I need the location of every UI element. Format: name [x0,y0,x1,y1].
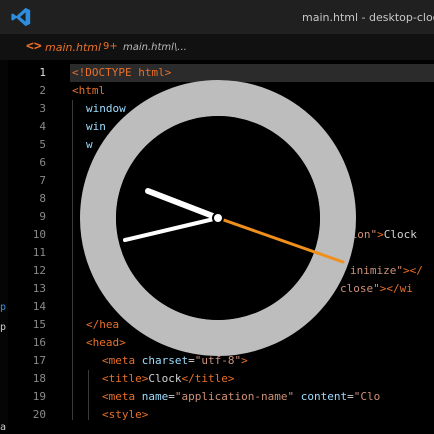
code-line-1[interactable]: <!DOCTYPE html> [72,64,171,82]
code-token: </hea [86,318,120,331]
code-token: "utf-8" [194,354,242,367]
line-number: 9 [39,210,46,223]
code-token: win [86,120,106,133]
code-line-17[interactable]: <meta charset="utf-8"> [102,352,248,370]
line-number: 18 [32,372,46,385]
code-token: Clock [148,372,182,385]
line-number: 20 [32,408,46,421]
code-token: window [86,102,126,115]
line-number: 5 [39,138,46,151]
line-number: 10 [32,228,46,241]
line-number: 12 [32,264,46,277]
code-line-13[interactable]: close"></wi [340,280,413,298]
code-line-2[interactable]: <html [72,82,105,100]
line-number: 1 [39,66,46,79]
code-token: = [168,390,175,403]
line-number: 15 [32,318,46,331]
code-token: content [300,390,348,403]
code-line-15[interactable]: </hea [86,316,119,334]
code-token: Clock [383,228,417,241]
indent-guide [72,100,73,420]
line-number: 11 [32,246,46,259]
code-token: "Clo [353,390,381,403]
vscode-logo-icon [11,7,31,27]
line-number: 6 [39,156,46,169]
code-token: tion" [344,228,378,241]
code-token: = [188,354,195,367]
code-token: </title> [181,372,235,385]
code-line-5[interactable]: w [86,136,93,154]
code-token: w [86,138,93,151]
code-token: <html [72,84,106,97]
line-number: 3 [39,102,46,115]
code-token: name [141,390,169,403]
line-number: 4 [39,120,46,133]
line-number: 19 [32,390,46,403]
breadcrumb[interactable]: main.html\... [123,42,187,53]
code-token: ></ [402,264,423,277]
line-number: 7 [39,174,46,187]
indent-guide [88,370,89,420]
code-line-18[interactable]: <title>Clock</title> [102,370,234,388]
window-title: main.html - desktop-clock [302,11,434,24]
line-number: 17 [32,354,46,367]
line-number: 2 [39,84,46,97]
code-line-3[interactable]: window [86,100,126,118]
code-line-20[interactable]: <style> [102,406,148,424]
line-number: 8 [39,192,46,205]
code-token: <meta [102,390,142,403]
code-token: <title> [102,372,149,385]
code-token: "application-name" [174,390,295,403]
code-token: <style> [102,408,149,421]
code-line-16[interactable]: <head> [86,334,126,352]
code-editor[interactable]: <!DOCTYPE html> <html window win w tion"… [56,60,434,427]
code-line-12[interactable]: inimize"></ [350,262,423,280]
code-token: > [377,228,384,241]
html-file-icon: <> [26,39,42,54]
tab-bar: <> main.html 9+ main.html\... [0,34,434,60]
title-bar: main.html - desktop-clock [0,0,434,34]
tab-main-html[interactable]: main.html [45,41,101,54]
code-token: > [241,354,248,367]
problems-count-badge: 9+ [103,41,118,52]
code-line-19[interactable]: <meta name="application-name" content="C… [102,388,380,406]
code-token: <head> [86,336,126,349]
line-number: 14 [32,300,46,313]
code-line-4[interactable]: win [86,118,106,136]
code-line-10[interactable]: tion">Clock [344,226,417,244]
line-number: 16 [32,336,46,349]
line-number: 13 [32,282,46,295]
code-token: charset [141,354,189,367]
code-token: <!DOCTYPE html> [72,66,172,79]
code-token: ></wi [379,282,413,295]
code-token: = [347,390,354,403]
code-token: inimize" [350,264,403,277]
code-token: close" [340,282,380,295]
code-token: <meta [102,354,142,367]
line-number-gutter: 1 2 3 4 5 6 7 8 9 10 11 12 13 14 15 16 1… [8,60,50,427]
